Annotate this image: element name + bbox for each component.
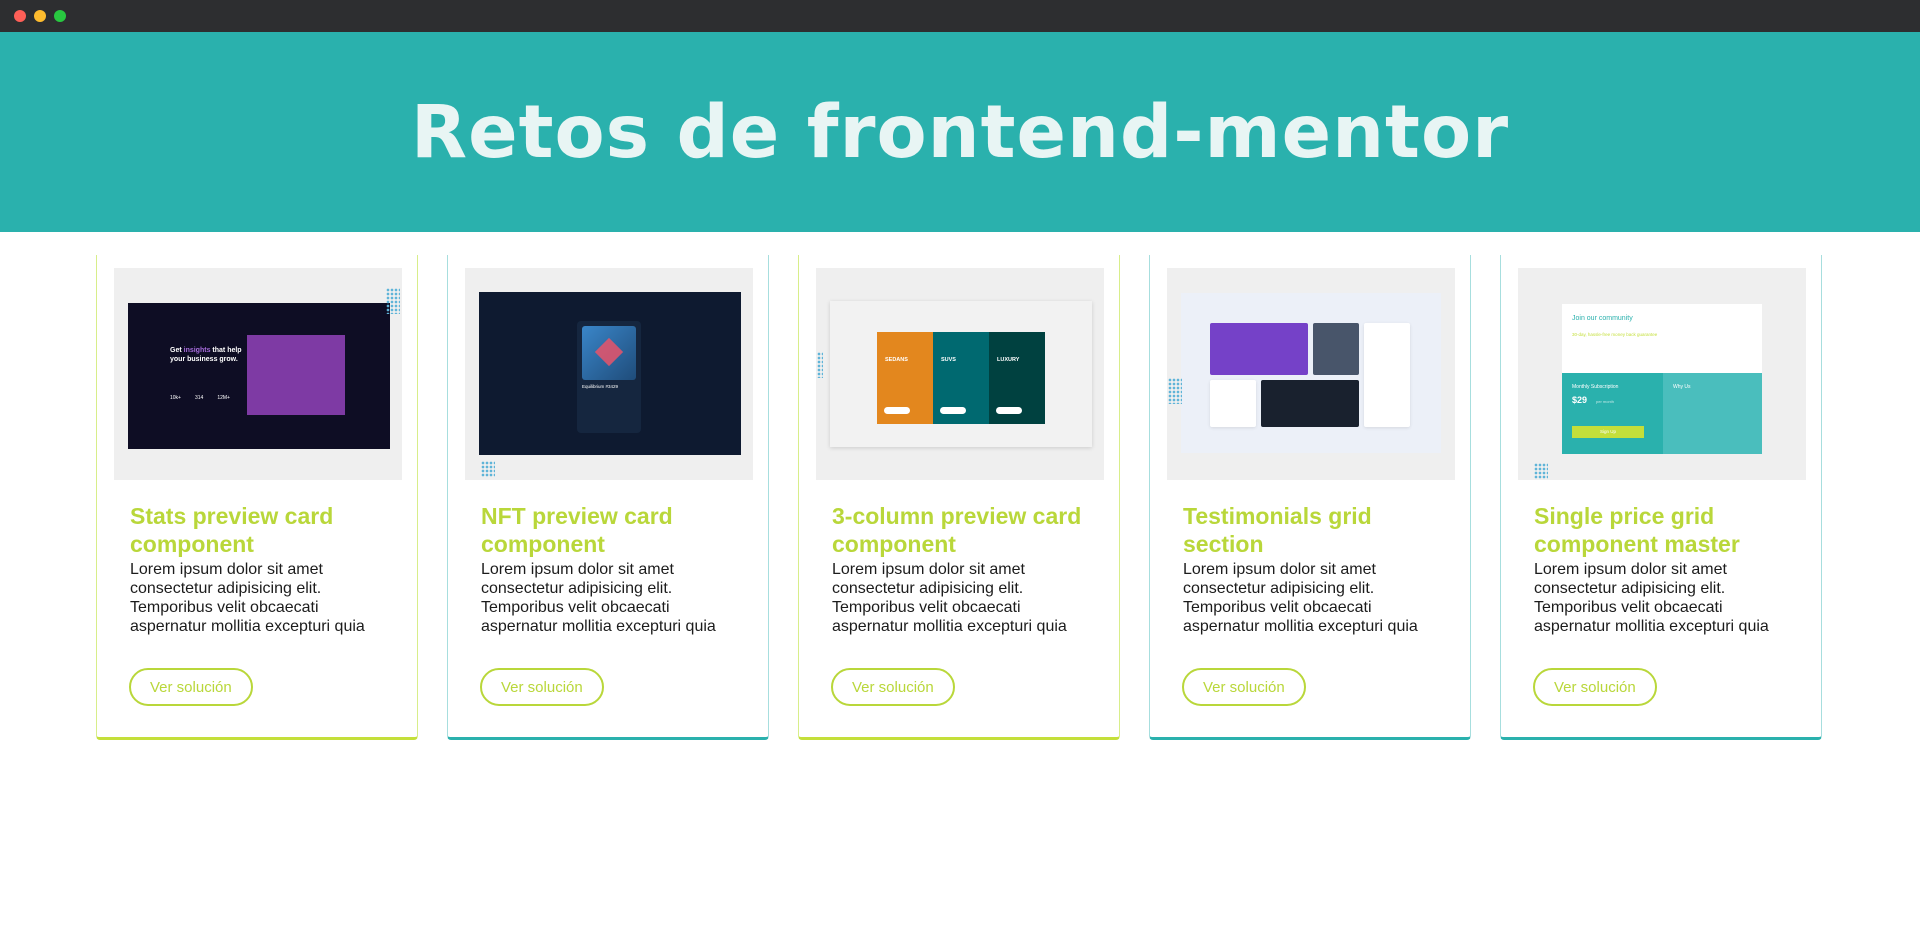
card-title: NFT preview card component — [481, 503, 673, 557]
page-title: Retos de frontend-mentor — [410, 89, 1510, 175]
page-header: Retos de frontend-mentor — [0, 32, 1920, 232]
window-titlebar — [0, 0, 1920, 32]
card-thumbnail: Join our community 30-day, hassle-free m… — [1518, 268, 1806, 480]
card-title: Single price grid component master — [1534, 503, 1740, 557]
card-thumbnail: SEDANS SUVS LUXURY — [816, 268, 1104, 480]
card-3-column-preview: SEDANS SUVS LUXURY 3-column preview card… — [798, 255, 1120, 740]
view-solution-button[interactable]: Ver solución — [1533, 668, 1657, 706]
maximize-window-button[interactable] — [54, 10, 66, 22]
card-title: 3-column preview card component — [832, 503, 1082, 557]
view-solution-button[interactable]: Ver solución — [129, 668, 253, 706]
card-thumbnail — [1167, 268, 1455, 480]
card-single-price-grid: Join our community 30-day, hassle-free m… — [1500, 255, 1822, 740]
card-title: Stats preview card component — [130, 503, 334, 557]
card-description: Lorem ipsum dolor sit amet consectetur a… — [1183, 561, 1418, 635]
card-description: Lorem ipsum dolor sit amet consectetur a… — [481, 561, 716, 635]
card-testimonials-grid: Testimonials grid section Lorem ipsum do… — [1149, 255, 1471, 740]
card-thumbnail: Get insights that help your business gro… — [114, 268, 402, 480]
view-solution-button[interactable]: Ver solución — [1182, 668, 1306, 706]
minimize-window-button[interactable] — [34, 10, 46, 22]
card-stats-preview: Get insights that help your business gro… — [96, 255, 418, 740]
cards-grid: Get insights that help your business gro… — [96, 255, 1822, 740]
card-description: Lorem ipsum dolor sit amet consectetur a… — [130, 561, 365, 635]
card-description: Lorem ipsum dolor sit amet consectetur a… — [1534, 561, 1769, 635]
card-thumbnail: Equilibrium #3429 — [465, 268, 753, 480]
view-solution-button[interactable]: Ver solución — [831, 668, 955, 706]
card-description: Lorem ipsum dolor sit amet consectetur a… — [832, 561, 1067, 635]
card-title: Testimonials grid section — [1183, 503, 1372, 557]
view-solution-button[interactable]: Ver solución — [480, 668, 604, 706]
close-window-button[interactable] — [14, 10, 26, 22]
card-nft-preview: Equilibrium #3429 NFT preview card compo… — [447, 255, 769, 740]
